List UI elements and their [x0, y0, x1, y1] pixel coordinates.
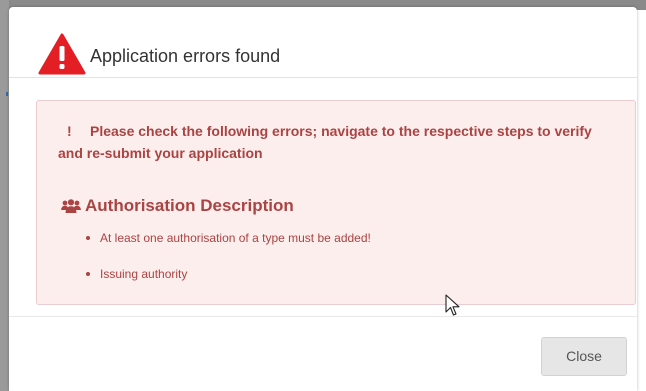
close-button[interactable]: Close: [541, 337, 627, 376]
error-list: At least one authorisation of a type mus…: [83, 231, 371, 303]
dialog-title: Application errors found: [90, 46, 281, 66]
error-summary-text: Please check the following errors; navig…: [58, 123, 592, 161]
background-link-fragment: [6, 92, 8, 96]
screen: Application errors found ! Please check t…: [0, 0, 646, 391]
list-item: At least one authorisation of a type mus…: [83, 231, 371, 245]
error-dialog: Application errors found ! Please check t…: [9, 7, 637, 391]
error-summary: ! Please check the following errors; navi…: [58, 120, 618, 164]
mouse-pointer-icon: [445, 294, 460, 316]
list-item: Issuing authority: [83, 267, 371, 281]
background-window-side: [0, 0, 9, 391]
users-icon: [61, 199, 81, 213]
dialog-header: Application errors found: [9, 7, 637, 78]
section-heading-text: Authorisation Description: [85, 196, 294, 215]
footer-divider: [9, 316, 637, 317]
warning-triangle-icon: [38, 33, 86, 75]
error-alert-panel: ! Please check the following errors; navi…: [36, 100, 636, 305]
section-heading: Authorisation Description: [61, 196, 294, 216]
exclamation-icon: !: [67, 123, 72, 139]
